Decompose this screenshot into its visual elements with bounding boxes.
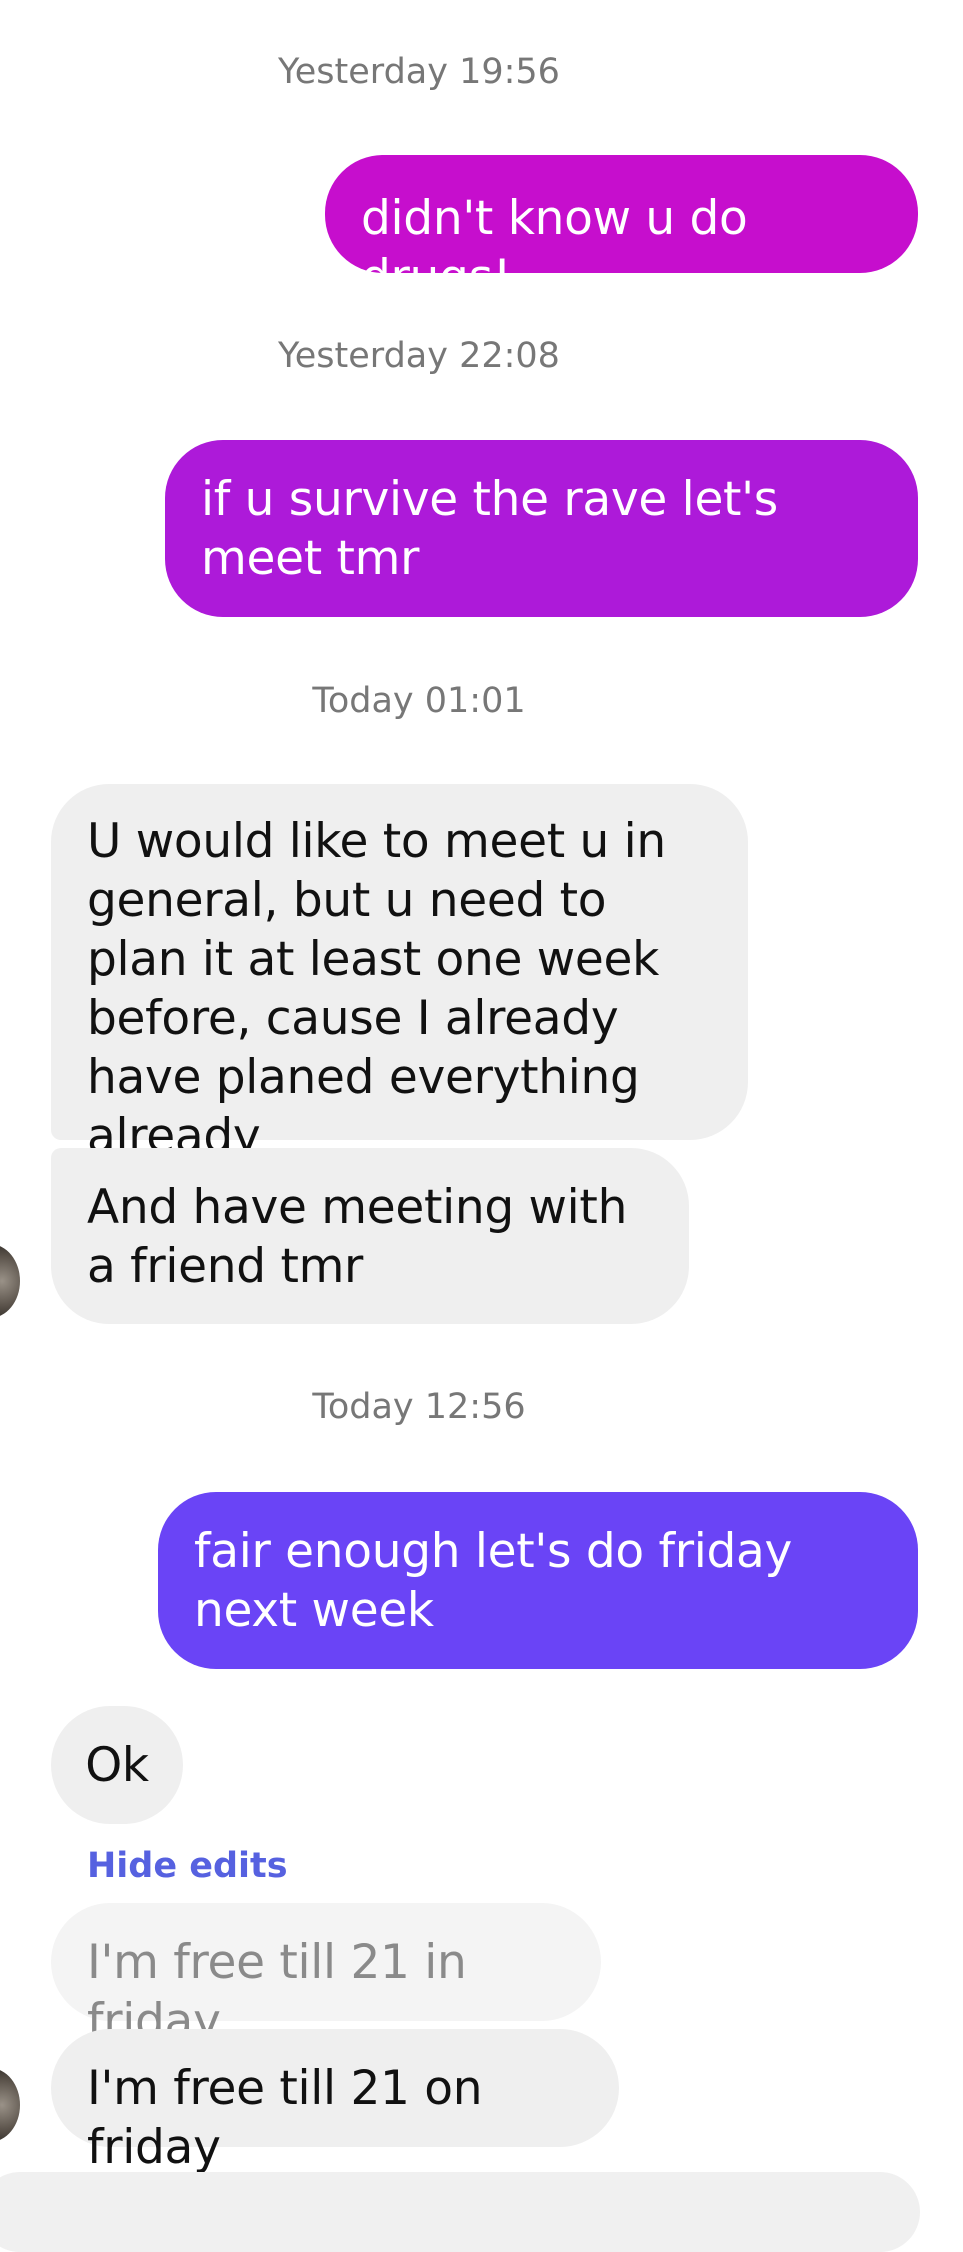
outgoing-message[interactable]: fair enough let's do friday next week xyxy=(158,1492,918,1669)
timestamp: Today 01:01 xyxy=(312,681,526,721)
outgoing-message[interactable]: if u survive the rave let's meet tmr xyxy=(165,440,918,617)
message-composer[interactable] xyxy=(0,2172,920,2252)
incoming-message[interactable]: Ok xyxy=(51,1706,183,1824)
incoming-message[interactable]: I'm free till 21 on friday xyxy=(51,2029,619,2175)
incoming-message[interactable]: And have meeting with a friend tmr xyxy=(51,1148,689,1324)
contact-avatar[interactable] xyxy=(0,1244,20,1318)
timestamp: Today 12:56 xyxy=(312,1387,526,1427)
previous-edit-message: I'm free till 21 in friday xyxy=(51,1903,601,2049)
timestamp: Yesterday 22:08 xyxy=(278,336,560,376)
timestamp: Yesterday 19:56 xyxy=(278,52,560,92)
contact-avatar[interactable] xyxy=(0,2068,20,2142)
outgoing-message[interactable]: didn't know u do drugs! xyxy=(325,155,918,305)
hide-edits-link[interactable]: Hide edits xyxy=(87,1844,288,1888)
incoming-message[interactable]: U would like to meet u in general, but u… xyxy=(51,784,748,1164)
